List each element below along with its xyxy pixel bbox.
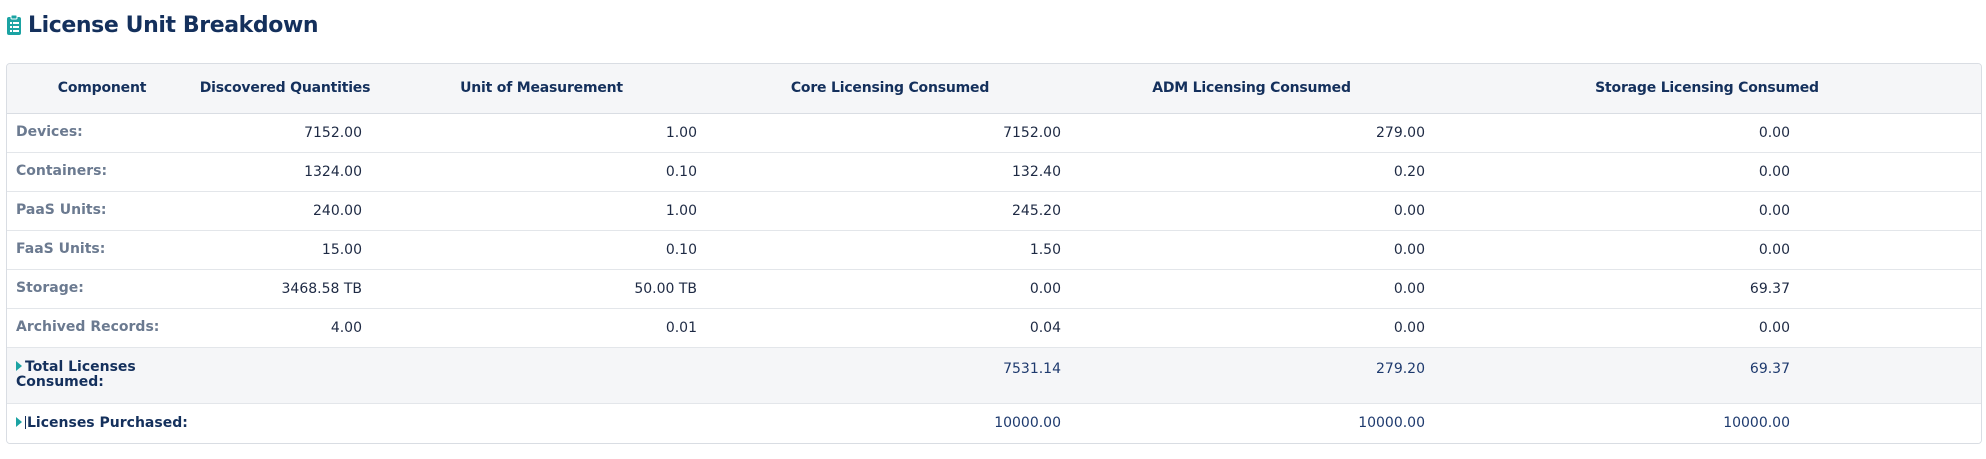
row-core-value: 0.00 (1029, 280, 1061, 297)
row-unit-value: 0.10 (665, 241, 697, 258)
row-adm-value: 0.00 (1393, 319, 1425, 336)
table-header-row: Component Discovered Quantities Unit of … (7, 64, 1981, 114)
header-component: Component (7, 64, 197, 114)
row-component-label: Devices: (16, 123, 83, 140)
row-unit-value: 0.01 (665, 319, 697, 336)
page-header: License Unit Breakdown (6, 8, 319, 42)
row-adm-value: 0.00 (1393, 241, 1425, 258)
row-discovered-value: 3468.58 TB (281, 280, 363, 297)
license-breakdown-table: Component Discovered Quantities Unit of … (6, 63, 1982, 444)
table-row: Containers: 1324.00 0.10 132.40 0.20 0.0… (7, 152, 1981, 191)
row-core-value: 7152.00 (1003, 124, 1061, 141)
row-unit-value: 50.00 TB (634, 280, 697, 297)
total-core-value: 7531.14 (1003, 360, 1061, 377)
expand-caret-icon[interactable] (16, 360, 22, 371)
row-unit-value: 1.00 (665, 202, 697, 219)
row-component-label: Archived Records: (16, 318, 160, 335)
row-unit-value: 0.10 (665, 163, 697, 180)
row-component-label: FaaS Units: (16, 240, 106, 257)
total-licenses-row[interactable]: Total Licenses Consumed: 7531.14 279.20 6… (7, 347, 1981, 403)
purchased-storage-value: 10000.00 (1723, 415, 1790, 432)
row-adm-value: 0.00 (1393, 280, 1425, 297)
row-discovered-value: 1324.00 (304, 163, 362, 180)
table-row: FaaS Units: 15.00 0.10 1.50 0.00 0.00 (7, 230, 1981, 269)
row-discovered-value: 7152.00 (304, 124, 362, 141)
row-core-value: 132.40 (1012, 163, 1061, 180)
row-unit-value: 1.00 (665, 124, 697, 141)
table-row: PaaS Units: 240.00 1.00 245.20 0.00 0.00 (7, 191, 1981, 230)
row-storage-value: 0.00 (1758, 202, 1790, 219)
table-row: Devices: 7152.00 1.00 7152.00 279.00 0.0… (7, 113, 1981, 152)
row-component-label: Containers: (16, 162, 108, 179)
row-storage-value: 0.00 (1758, 241, 1790, 258)
total-storage-value: 69.37 (1749, 360, 1790, 377)
text-cursor (25, 415, 26, 429)
clipboard-list-icon (6, 14, 22, 36)
total-adm-value: 279.20 (1376, 360, 1425, 377)
page-title: License Unit Breakdown (28, 12, 319, 38)
header-unit-of-measurement: Unit of Measurement (373, 64, 710, 114)
row-adm-value: 0.00 (1393, 202, 1425, 219)
purchased-adm-value: 10000.00 (1358, 415, 1425, 432)
row-discovered-value: 240.00 (313, 202, 362, 219)
row-adm-value: 0.20 (1393, 163, 1425, 180)
total-licenses-label[interactable]: Total Licenses Consumed: (7, 347, 197, 403)
row-component-label: Storage: (16, 279, 84, 296)
row-storage-value: 0.00 (1758, 319, 1790, 336)
licenses-purchased-label[interactable]: Licenses Purchased: (7, 403, 197, 443)
purchased-core-value: 10000.00 (994, 415, 1061, 432)
table-row: Storage: 3468.58 TB 50.00 TB 0.00 0.00 6… (7, 269, 1981, 308)
row-storage-value: 0.00 (1758, 124, 1790, 141)
row-core-value: 1.50 (1029, 241, 1061, 258)
row-component-label: PaaS Units: (16, 201, 107, 218)
licenses-purchased-row[interactable]: Licenses Purchased: 10000.00 10000.00 10… (7, 403, 1981, 443)
row-discovered-value: 4.00 (330, 319, 362, 336)
header-storage-licensing: Storage Licensing Consumed (1433, 64, 1981, 114)
row-core-value: 0.04 (1029, 319, 1061, 336)
row-discovered-value: 15.00 (321, 241, 362, 258)
row-storage-value: 0.00 (1758, 163, 1790, 180)
row-storage-value: 69.37 (1749, 280, 1790, 297)
row-adm-value: 279.00 (1376, 124, 1425, 141)
header-core-licensing: Core Licensing Consumed (710, 64, 1070, 114)
expand-caret-icon[interactable] (16, 416, 22, 427)
header-adm-licensing: ADM Licensing Consumed (1070, 64, 1433, 114)
header-discovered-quantities: Discovered Quantities (197, 64, 373, 114)
row-core-value: 245.20 (1012, 202, 1061, 219)
table-row: Archived Records: 4.00 0.01 0.04 0.00 0.… (7, 308, 1981, 347)
